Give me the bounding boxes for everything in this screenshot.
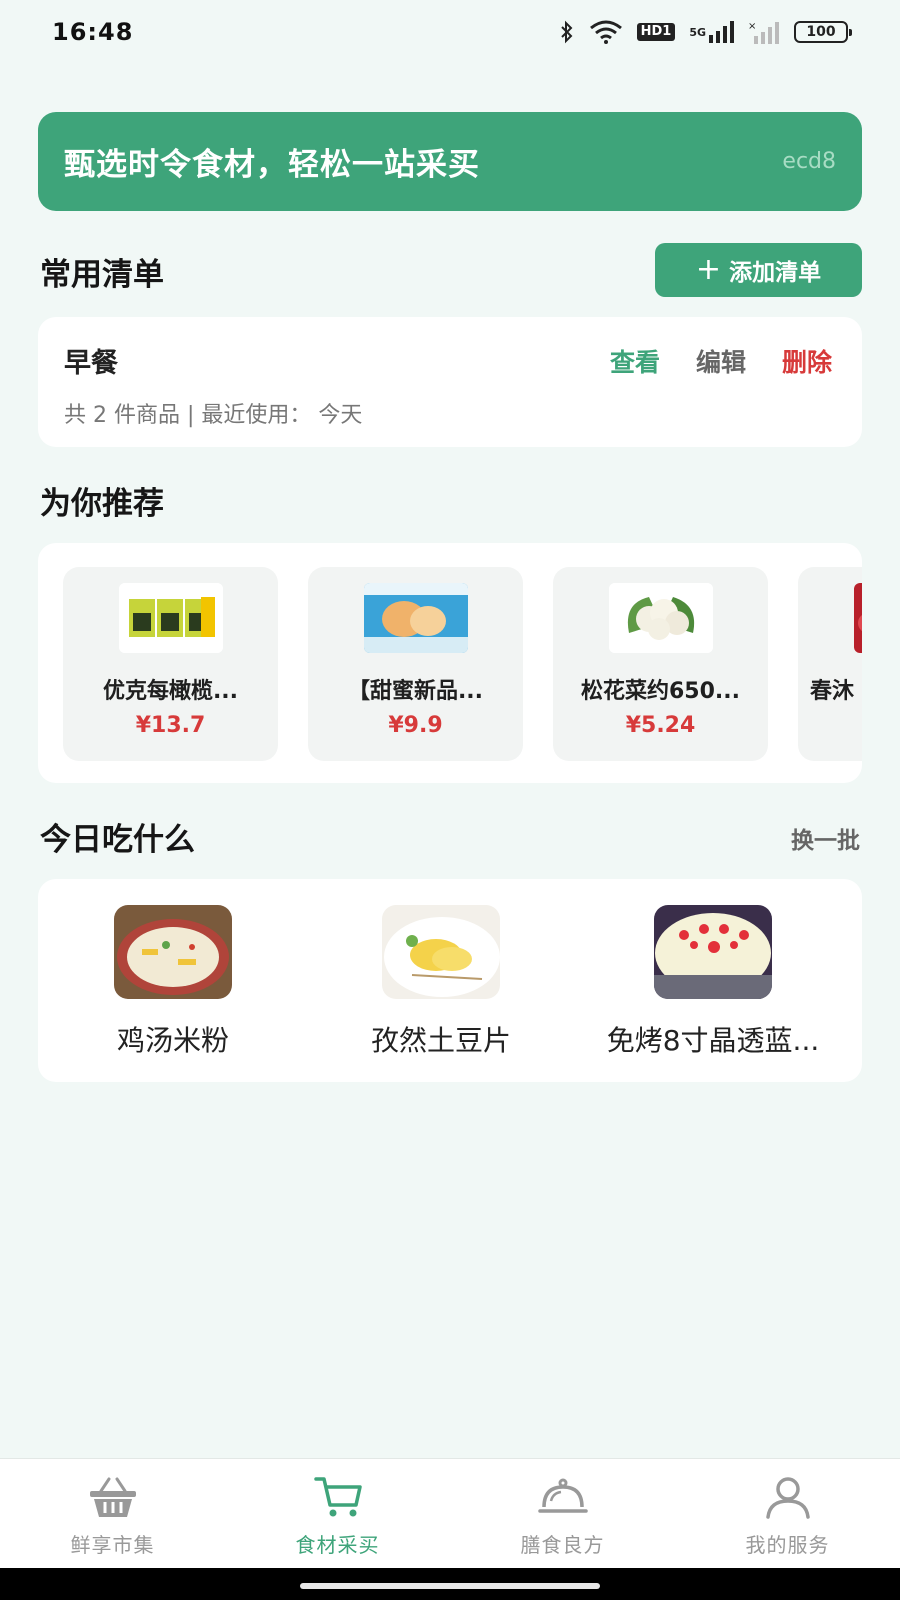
dish-image-potato — [382, 905, 500, 999]
nav-label: 食材采买 — [295, 1533, 380, 1557]
list-actions: 查看 编辑 删除 — [610, 343, 832, 379]
nav-label: 鲜享市集 — [70, 1533, 155, 1557]
dish-image-rice-noodle — [114, 905, 232, 999]
cloche-icon — [537, 1475, 589, 1523]
edit-button[interactable]: 编辑 — [696, 343, 746, 379]
add-list-label: 添加清单 — [729, 260, 822, 286]
dish-item[interactable]: 鸡汤米粉 — [38, 905, 308, 1059]
refresh-button[interactable]: 换一批 — [791, 821, 860, 855]
section-title-today: 今日吃什么 — [40, 822, 195, 858]
product-card[interactable]: 【甜蜜新品... ¥9.9 — [308, 567, 523, 761]
product-price: ¥13.7 — [135, 713, 206, 738]
product-card[interactable]: 优克每橄榄... ¥13.7 — [63, 567, 278, 761]
nav-label: 我的服务 — [745, 1533, 830, 1557]
dish-name: 孜然土豆片 — [370, 1024, 511, 1057]
product-image-partial — [854, 583, 862, 653]
product-image-bread — [363, 583, 468, 653]
nav-item-purchase[interactable]: 食材采买 — [225, 1459, 450, 1568]
view-button[interactable]: 查看 — [610, 343, 660, 379]
product-name: 松花菜约650... — [581, 679, 740, 704]
wifi-icon — [589, 20, 623, 44]
battery-icon: 100 — [794, 21, 852, 43]
recommend-carousel[interactable]: 优克每橄榄... ¥13.7 【甜蜜新品... ¥9.9 松花菜约650... … — [38, 543, 862, 783]
section-title-frequent-lists: 常用清单 — [40, 257, 164, 293]
cart-icon — [312, 1475, 364, 1523]
delete-button[interactable]: 删除 — [782, 343, 832, 379]
dish-name: 免烤8寸晶透蓝... — [606, 1024, 820, 1057]
plus-icon: + — [695, 252, 722, 287]
signal-weak-icon: × — [748, 20, 780, 44]
home-indicator[interactable] — [300, 1583, 600, 1589]
product-image-seaweed — [118, 583, 223, 653]
product-image-cauliflower — [608, 583, 713, 653]
nav-label: 膳食良方 — [520, 1533, 605, 1557]
network-label: 5G — [689, 25, 706, 39]
hd-badge: HD1 — [636, 23, 676, 41]
banner-tag: ecd8 — [782, 149, 836, 174]
bluetooth-icon — [559, 20, 575, 44]
list-card[interactable]: 早餐 查看 编辑 删除 共 2 件商品 | 最近使用： 今天 — [38, 317, 862, 447]
product-name: 优克每橄榄... — [102, 679, 239, 704]
bottom-nav: 鲜享市集 食材采买 膳食良方 我的服务 — [0, 1458, 900, 1568]
product-card[interactable]: 松花菜约650... ¥5.24 — [553, 567, 768, 761]
dish-name: 鸡汤米粉 — [116, 1024, 229, 1057]
product-price: ¥5.24 — [625, 713, 696, 738]
dish-item[interactable]: 孜然土豆片 — [306, 905, 576, 1059]
svg-text:×: × — [748, 21, 756, 32]
add-list-button[interactable]: + 添加清单 — [655, 243, 862, 297]
user-icon — [762, 1475, 814, 1523]
product-name: 【甜蜜新品... — [347, 679, 484, 704]
dish-image-cake — [654, 905, 772, 999]
list-meta: 共 2 件商品 | 最近使用： 今天 — [64, 403, 363, 428]
today-card: 鸡汤米粉 孜然土豆片 免烤8寸晶透蓝... — [38, 879, 862, 1082]
signal-5g-icon: 5G — [689, 21, 734, 43]
nav-item-recipes[interactable]: 膳食良方 — [450, 1459, 675, 1568]
product-card[interactable]: 春沐 — [798, 567, 862, 761]
promo-banner[interactable]: 甄选时令食材，轻松一站采买 ecd8 — [38, 112, 862, 211]
status-icons: HD1 5G × 100 — [559, 20, 852, 44]
product-name: 春沐 — [810, 679, 855, 704]
dish-item[interactable]: 免烤8寸晶透蓝... — [578, 905, 848, 1059]
banner-text: 甄选时令食材，轻松一站采买 — [64, 147, 480, 183]
nav-item-market[interactable]: 鲜享市集 — [0, 1459, 225, 1568]
status-bar: 16:48 HD1 5G × 100 — [0, 0, 900, 64]
section-title-recommend: 为你推荐 — [40, 486, 164, 522]
recommend-row: 优克每橄榄... ¥13.7 【甜蜜新品... ¥9.9 松花菜约650... … — [63, 567, 862, 761]
basket-icon — [87, 1475, 139, 1523]
nav-item-my-services[interactable]: 我的服务 — [675, 1459, 900, 1568]
status-time: 16:48 — [52, 18, 134, 46]
product-price: ¥9.9 — [388, 713, 443, 738]
